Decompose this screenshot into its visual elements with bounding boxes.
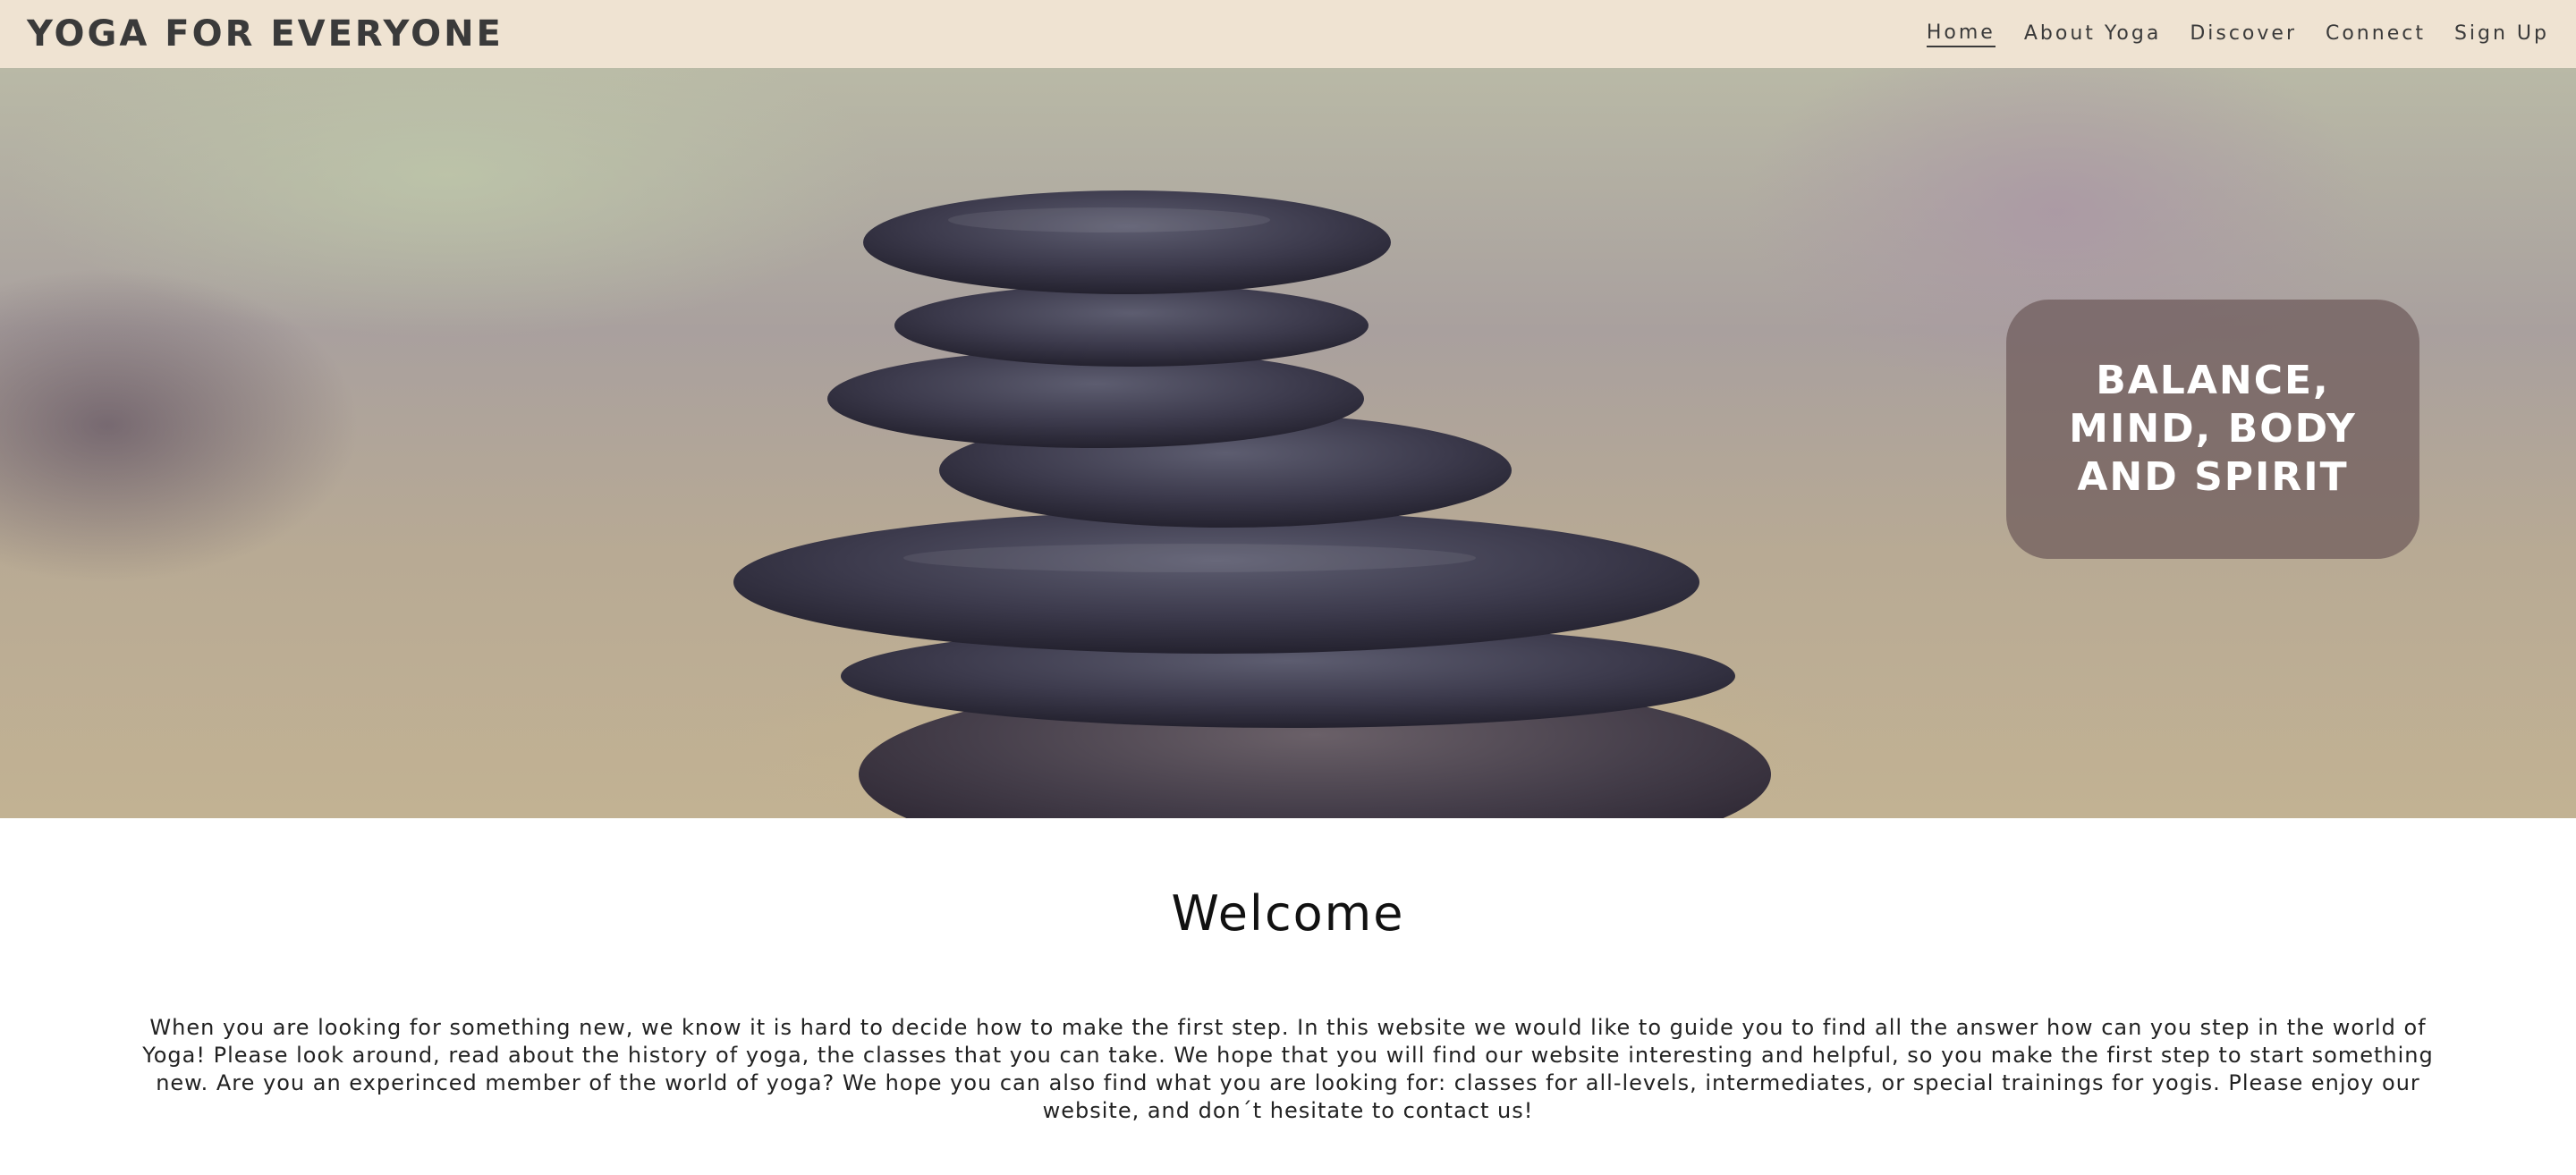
stone-5 [733, 511, 1699, 654]
nav-link-sign-up[interactable]: Sign Up [2454, 22, 2549, 46]
top-navbar: YOGA FOR EVERYONE Home About Yoga Discov… [0, 0, 2576, 68]
nav-link-home[interactable]: Home [1926, 21, 1996, 47]
stone-top [863, 190, 1391, 294]
tagline-box: BALANCE, MIND, BODY AND SPIRIT [2006, 300, 2419, 559]
main-nav: Home About Yoga Discover Connect Sign Up [1926, 21, 2549, 47]
hero-banner: BALANCE, MIND, BODY AND SPIRIT [0, 68, 2576, 818]
welcome-heading: Welcome [1171, 885, 1405, 942]
nav-link-discover[interactable]: Discover [2190, 22, 2297, 46]
nav-link-connect[interactable]: Connect [2326, 22, 2426, 46]
intro-paragraph: When you are looking for something new, … [142, 1015, 2434, 1123]
stone-2 [894, 284, 1368, 367]
nav-link-about-yoga[interactable]: About Yoga [2024, 22, 2161, 46]
site-brand[interactable]: YOGA FOR EVERYONE [27, 13, 504, 55]
hero-tagline: BALANCE, MIND, BODY AND SPIRIT [2069, 358, 2357, 500]
